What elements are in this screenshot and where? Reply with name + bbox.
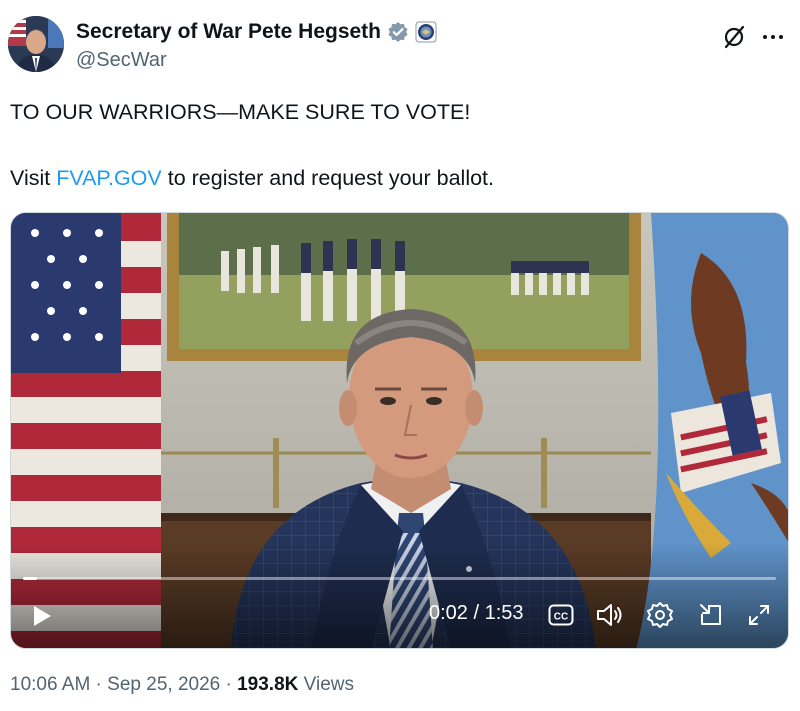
views-count: 193.8K <box>237 674 299 695</box>
video-time-display: 0:02 / 1:53 <box>429 602 524 624</box>
author-name-row: Secretary of War Pete Hegseth <box>76 20 437 44</box>
grok-icon[interactable] <box>722 24 748 50</box>
settings-gear-icon[interactable] <box>647 601 673 629</box>
tweet-time[interactable]: 10:06 AM <box>10 674 90 695</box>
meta-separator: · <box>220 674 238 695</box>
tweet-line-2-prefix: Visit <box>10 166 57 190</box>
views-label: Views <box>303 674 355 695</box>
video-progress-bar[interactable] <box>23 577 776 580</box>
tweet-text: TO OUR WARRIORS—MAKE SURE TO VOTE! Visit… <box>10 96 790 195</box>
tweet-meta: 10:06 AM · Sep 25, 2026 · 193.8K Views <box>10 674 354 696</box>
video-controls: 0:02 / 1:53 CC <box>11 582 788 648</box>
tweet-line-2-suffix: to register and request your ballot. <box>161 166 495 190</box>
tweet-header: Secretary of War Pete Hegseth @SecWar <box>8 14 792 78</box>
svg-text:CC: CC <box>554 612 568 623</box>
tweet-line-1: TO OUR WARRIORS—MAKE SURE TO VOTE! <box>10 100 471 124</box>
tweet-date[interactable]: Sep 25, 2026 <box>107 674 220 695</box>
author-avatar[interactable] <box>8 16 64 72</box>
tweet-line-2: Visit FVAP.GOV to register and request y… <box>10 162 790 195</box>
closed-captions-icon[interactable]: CC <box>548 604 574 626</box>
meta-separator: · <box>90 674 108 695</box>
volume-icon[interactable] <box>595 602 625 628</box>
play-icon[interactable] <box>31 604 53 628</box>
fvap-link[interactable]: FVAP.GOV <box>56 166 162 190</box>
author-display-name[interactable]: Secretary of War Pete Hegseth <box>76 20 381 44</box>
video-progress-fill <box>23 577 37 580</box>
picture-in-picture-icon[interactable] <box>698 602 724 628</box>
fullscreen-icon[interactable] <box>747 603 771 627</box>
affiliation-seal-icon[interactable] <box>415 21 437 43</box>
verified-badge-icon[interactable] <box>387 21 409 43</box>
video-player[interactable]: 0:02 / 1:53 CC <box>10 212 789 649</box>
author-handle[interactable]: @SecWar <box>76 49 167 72</box>
more-options-icon[interactable] <box>758 22 788 52</box>
